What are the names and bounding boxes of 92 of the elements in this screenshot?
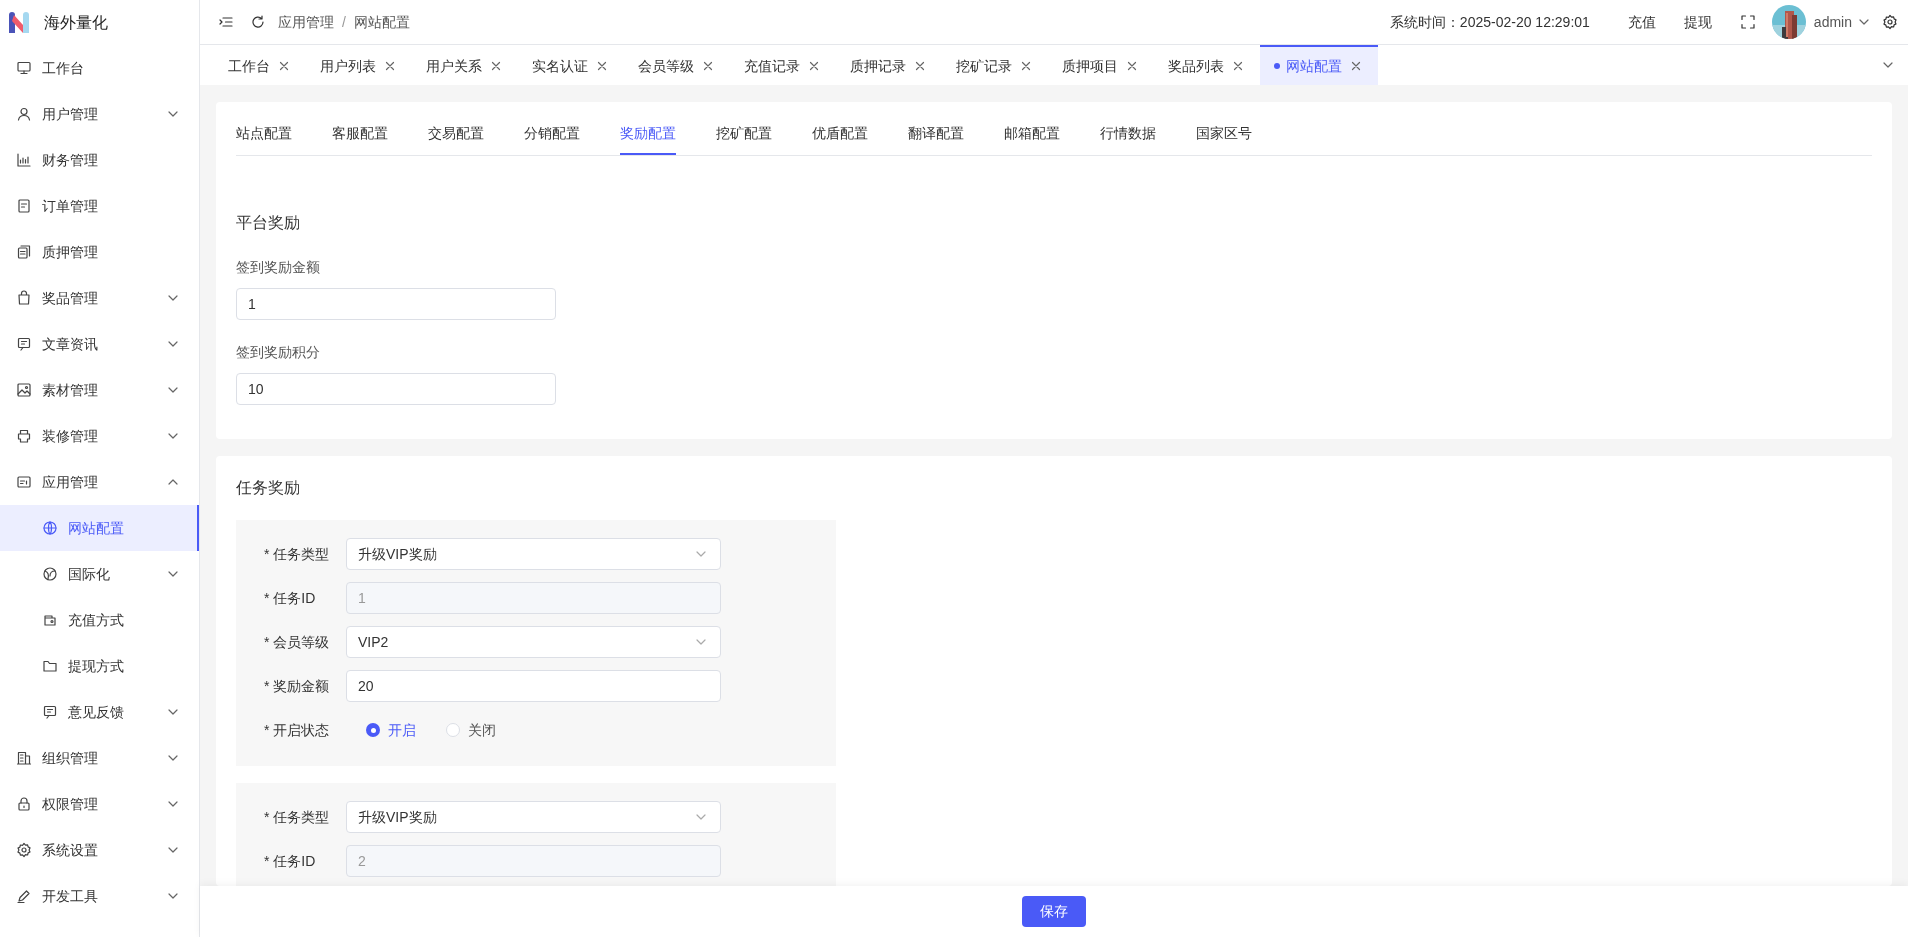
section-title: 平台奖励 [236,213,301,233]
field-label: * 任务类型 [264,807,331,827]
pen-icon [16,888,32,904]
radio-option[interactable]: 开启 [366,719,416,741]
input-field[interactable]: 10 [236,373,556,405]
config-tab[interactable]: 奖励配置 [620,120,676,155]
chart-icon [16,152,32,168]
sidebar-item[interactable]: 系统设置 [0,827,199,873]
select-field[interactable]: 升级VIP奖励 [346,538,721,570]
globe-icon [42,520,58,536]
sidebar-item[interactable]: 素材管理 [0,367,199,413]
page-tab[interactable]: 奖品列表 [1154,45,1260,85]
config-tab[interactable]: 邮箱配置 [1004,120,1060,155]
system-time: 系统时间：2025-02-20 12:29:01 [1389,12,1590,32]
save-button[interactable]: 保存 [1022,896,1086,927]
globe-icon [42,566,58,582]
page-tab[interactable]: 质押记录 [836,45,942,85]
building-icon [16,750,32,766]
app-name: 海外量化 [44,12,108,33]
select-field[interactable]: 升级VIP奖励 [346,801,721,833]
sidebar-item[interactable]: 意见反馈 [0,689,199,735]
user-icon [16,106,32,122]
bag-icon [16,290,32,306]
menu-icon[interactable] [218,14,234,30]
monitor-icon [16,60,32,76]
lock-icon [16,796,32,812]
sidebar-item[interactable]: 提现方式 [0,643,199,689]
image-icon [16,382,32,398]
config-tab[interactable]: 翻译配置 [908,120,964,155]
page-tab[interactable]: 工作台 [214,45,306,85]
page-tab[interactable]: 网站配置 [1260,45,1378,85]
page-tab[interactable]: 挖矿记录 [942,45,1048,85]
config-tab[interactable]: 行情数据 [1100,120,1156,155]
sidebar-item[interactable]: 国际化 [0,551,199,597]
page-tab[interactable]: 会员等级 [624,45,730,85]
config-tab[interactable]: 交易配置 [428,120,484,155]
input-field[interactable]: 20 [346,670,721,702]
breadcrumb-separator: / [342,12,346,32]
document-icon [16,198,32,214]
config-tab[interactable]: 国家区号 [1196,120,1252,155]
sidebar-item[interactable]: 网站配置 [0,505,199,551]
card-icon [16,474,32,490]
printer-icon [16,428,32,444]
wallet-icon [42,612,58,628]
fullscreen-icon[interactable] [1739,14,1756,30]
sidebar-item[interactable]: 权限管理 [0,781,199,827]
sidebar-item[interactable]: 文章资讯 [0,321,199,367]
settings-icon[interactable] [1882,14,1898,30]
input-field[interactable]: 1 [236,288,556,320]
field-label: 签到奖励金额 [236,258,321,277]
folder-icon [42,658,58,674]
config-tab[interactable]: 挖矿配置 [716,120,772,155]
config-tab[interactable]: 客服配置 [332,120,388,155]
message-icon [42,704,58,720]
sidebar-item[interactable]: 订单管理 [0,183,199,229]
page-tab[interactable]: 充值记录 [730,45,836,85]
sidebar-item[interactable]: 组织管理 [0,735,199,781]
sidebar-item[interactable]: 充值方式 [0,597,199,643]
page-tab[interactable]: 质押项目 [1048,45,1154,85]
breadcrumb-item[interactable]: 应用管理 [278,11,334,33]
field-label: 签到奖励积分 [236,343,321,362]
section-title: 任务奖励 [236,478,301,498]
field-label: * 奖励金额 [264,676,331,696]
field-label: * 会员等级 [264,632,331,652]
settings-icon [16,842,32,858]
user-name[interactable]: admin [1813,11,1852,33]
sidebar-item[interactable]: 质押管理 [0,229,199,275]
config-tab[interactable]: 站点配置 [236,120,292,155]
sidebar-item[interactable]: 用户管理 [0,91,199,137]
header-link[interactable]: 提现 [1683,11,1712,33]
breadcrumb-item[interactable]: 网站配置 [353,11,410,33]
sidebar-item[interactable]: 开发工具 [0,873,199,919]
select-field[interactable]: VIP2 [346,626,721,658]
sidebar-item[interactable]: 装修管理 [0,413,199,459]
page-tab[interactable]: 用户关系 [412,45,518,85]
sidebar-item[interactable]: 奖品管理 [0,275,199,321]
radio-option[interactable]: 关闭 [446,719,496,741]
page-tab[interactable]: 实名认证 [518,45,624,85]
field-label: * 任务ID [264,851,317,871]
sidebar-item[interactable]: 工作台 [0,45,199,91]
field-label: * 开启状态 [264,720,331,740]
page-tab[interactable]: 用户列表 [306,45,412,85]
refresh-icon[interactable] [250,14,266,30]
config-tab[interactable]: 分销配置 [524,120,580,155]
field-label: * 任务ID [264,588,317,608]
config-tab[interactable]: 优盾配置 [812,120,868,155]
header-link[interactable]: 充值 [1627,11,1656,33]
message-icon [16,336,32,352]
sidebar-item[interactable]: 应用管理 [0,459,199,505]
copy-icon [16,244,32,260]
sidebar-item[interactable]: 财务管理 [0,137,199,183]
field-label: * 任务类型 [264,544,331,564]
